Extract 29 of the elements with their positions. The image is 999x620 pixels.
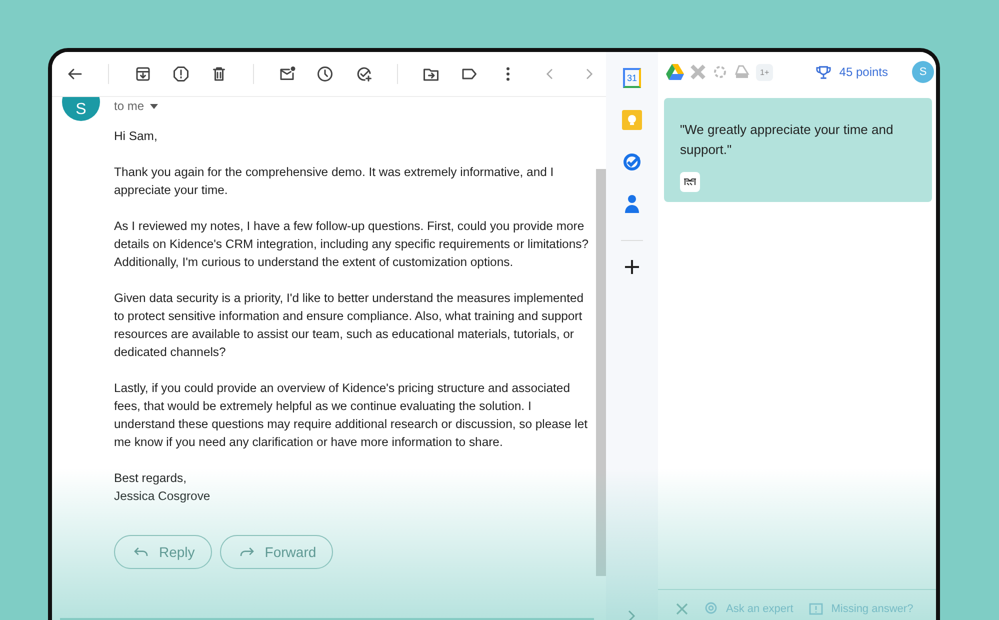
report-icon xyxy=(809,602,824,616)
recipient-text: to me xyxy=(114,99,144,113)
body-paragraph: Given data security is a priority, I'd like to better understand the measures implemented to protect sensitive information and ensure compliance. Also, what training and support resources are available to assist our team, such as educational materials, tutorials, or dedicated channels? xyxy=(114,290,585,361)
points-link[interactable]: 45 points xyxy=(816,64,888,80)
trophy-icon xyxy=(816,64,832,80)
add-icon[interactable] xyxy=(624,259,640,275)
signature-text: Jessica Cosgrove xyxy=(114,488,212,505)
forward-button[interactable]: Forward xyxy=(220,535,334,569)
body-paragraph: Lastly, if you could provide an overview of Kidence's pricing structure and associated fees, that would be extremely helpful as we continue evaluating the solution. I understand these questions may require additional research or discussion, so please let me know if you need any clarification or have more information to share. xyxy=(114,380,589,451)
reply-arrow-icon xyxy=(133,545,149,559)
user-avatar[interactable]: S xyxy=(912,61,934,83)
missing-link[interactable]: Missing answer? xyxy=(809,602,914,616)
apps-count-badge[interactable]: 1+ xyxy=(756,64,774,80)
calendar-icon[interactable]: 31 xyxy=(623,68,641,88)
expert-link[interactable]: Ask an expert xyxy=(704,602,794,616)
reply-button[interactable]: Reply xyxy=(114,535,212,569)
scrollbar-thumb[interactable] xyxy=(596,169,606,576)
drive-icon[interactable] xyxy=(666,64,684,80)
closing-text: Best regards, xyxy=(114,470,188,487)
tasks-icon[interactable] xyxy=(622,152,642,172)
dropdown-icon[interactable] xyxy=(150,104,158,108)
person-icon[interactable] xyxy=(624,194,640,214)
greeting-text: Hi Sam, xyxy=(114,128,158,145)
body-paragraph: Thank you again for the comprehensive demo. It was extremely informative, and I appreciate your time. xyxy=(114,164,555,199)
body-paragraph: As I reviewed my notes, I have a few follow-up questions. First, could you provide more details on Kidence's CRM integration, including any specific requirements or limitations? Additionally, I'm curious to understand the extent of customization options. xyxy=(114,218,590,271)
sender-avatar: S xyxy=(62,97,100,121)
points-text[interactable]: 45 points xyxy=(839,65,888,79)
quote-text: "We greatly appreciate your time and support." xyxy=(680,121,894,159)
forward-arrow-icon xyxy=(238,545,255,559)
